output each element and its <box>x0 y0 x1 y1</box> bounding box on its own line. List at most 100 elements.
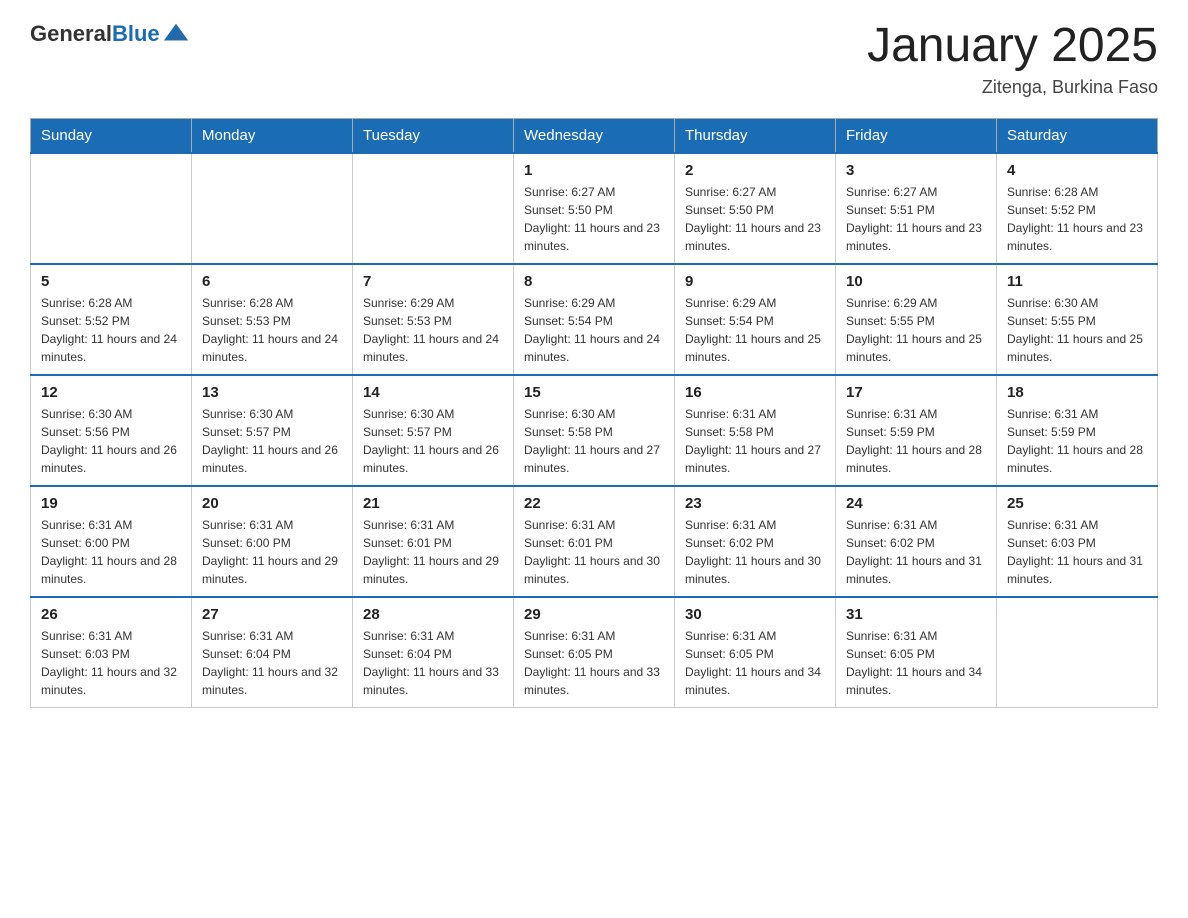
day-number: 17 <box>846 384 986 401</box>
calendar-cell: 7 Sunrise: 6:29 AMSunset: 5:53 PMDaylight… <box>353 264 514 375</box>
day-number: 31 <box>846 606 986 623</box>
calendar-cell: 16 Sunrise: 6:31 AMSunset: 5:58 PMDayligh… <box>675 375 836 486</box>
day-number: 13 <box>202 384 342 401</box>
day-number: 30 <box>685 606 825 623</box>
day-of-week-header: Tuesday <box>353 118 514 153</box>
day-number: 3 <box>846 162 986 179</box>
day-sun-info: Sunrise: 6:31 AMSunset: 5:59 PMDaylight:… <box>1007 405 1147 477</box>
calendar-cell: 8 Sunrise: 6:29 AMSunset: 5:54 PMDaylight… <box>514 264 675 375</box>
day-sun-info: Sunrise: 6:31 AMSunset: 6:04 PMDaylight:… <box>363 627 503 699</box>
title-section: January 2025 Zitenga, Burkina Faso <box>867 20 1158 98</box>
day-sun-info: Sunrise: 6:29 AMSunset: 5:54 PMDaylight:… <box>524 294 664 366</box>
day-number: 8 <box>524 273 664 290</box>
day-of-week-header: Wednesday <box>514 118 675 153</box>
location-subtitle: Zitenga, Burkina Faso <box>867 77 1158 98</box>
day-number: 14 <box>363 384 503 401</box>
day-sun-info: Sunrise: 6:31 AMSunset: 6:01 PMDaylight:… <box>524 516 664 588</box>
calendar-cell: 20Sunrise: 6:31 AMSunset: 6:00 PMDayligh… <box>192 486 353 597</box>
day-sun-info: Sunrise: 6:31 AMSunset: 6:05 PMDaylight:… <box>524 627 664 699</box>
calendar-week-row: 26 Sunrise: 6:31 AMSunset: 6:03 PMDayligh… <box>31 597 1158 708</box>
day-number: 7 <box>363 273 503 290</box>
calendar-cell: 12 Sunrise: 6:30 AMSunset: 5:56 PMDayligh… <box>31 375 192 486</box>
calendar-cell: 27Sunrise: 6:31 AMSunset: 6:04 PMDayligh… <box>192 597 353 708</box>
logo: GeneralBlue <box>30 20 190 48</box>
calendar-week-row: 19Sunrise: 6:31 AMSunset: 6:00 PMDayligh… <box>31 486 1158 597</box>
day-number: 26 <box>41 606 181 623</box>
calendar-cell <box>31 153 192 264</box>
calendar-cell: 29 Sunrise: 6:31 AMSunset: 6:05 PMDayligh… <box>514 597 675 708</box>
day-sun-info: Sunrise: 6:27 AMSunset: 5:50 PMDaylight:… <box>685 183 825 255</box>
day-number: 18 <box>1007 384 1147 401</box>
day-sun-info: Sunrise: 6:28 AMSunset: 5:53 PMDaylight:… <box>202 294 342 366</box>
day-number: 28 <box>363 606 503 623</box>
month-year-title: January 2025 <box>867 20 1158 73</box>
day-sun-info: Sunrise: 6:30 AMSunset: 5:57 PMDaylight:… <box>363 405 503 477</box>
day-number: 10 <box>846 273 986 290</box>
day-number: 24 <box>846 495 986 512</box>
day-sun-info: Sunrise: 6:31 AMSunset: 6:02 PMDaylight:… <box>685 516 825 588</box>
calendar-week-row: 5 Sunrise: 6:28 AMSunset: 5:52 PMDaylight… <box>31 264 1158 375</box>
day-of-week-header: Friday <box>836 118 997 153</box>
day-number: 20 <box>202 495 342 512</box>
day-number: 4 <box>1007 162 1147 179</box>
day-sun-info: Sunrise: 6:30 AMSunset: 5:57 PMDaylight:… <box>202 405 342 477</box>
day-of-week-header: Thursday <box>675 118 836 153</box>
calendar-cell: 17 Sunrise: 6:31 AMSunset: 5:59 PMDayligh… <box>836 375 997 486</box>
calendar-cell: 1 Sunrise: 6:27 AMSunset: 5:50 PMDaylight… <box>514 153 675 264</box>
calendar-cell: 11 Sunrise: 6:30 AMSunset: 5:55 PMDayligh… <box>997 264 1158 375</box>
day-number: 29 <box>524 606 664 623</box>
calendar-cell: 18 Sunrise: 6:31 AMSunset: 5:59 PMDayligh… <box>997 375 1158 486</box>
calendar-cell: 9 Sunrise: 6:29 AMSunset: 5:54 PMDaylight… <box>675 264 836 375</box>
day-number: 1 <box>524 162 664 179</box>
calendar-cell: 22 Sunrise: 6:31 AMSunset: 6:01 PMDayligh… <box>514 486 675 597</box>
day-sun-info: Sunrise: 6:31 AMSunset: 6:02 PMDaylight:… <box>846 516 986 588</box>
day-number: 12 <box>41 384 181 401</box>
day-sun-info: Sunrise: 6:31 AMSunset: 6:05 PMDaylight:… <box>846 627 986 699</box>
calendar-table: SundayMondayTuesdayWednesdayThursdayFrid… <box>30 118 1158 708</box>
calendar-cell <box>997 597 1158 708</box>
day-number: 9 <box>685 273 825 290</box>
day-of-week-header: Monday <box>192 118 353 153</box>
day-sun-info: Sunrise: 6:31 AMSunset: 6:03 PMDaylight:… <box>41 627 181 699</box>
day-sun-info: Sunrise: 6:31 AMSunset: 6:00 PMDaylight:… <box>41 516 181 588</box>
calendar-cell: 10Sunrise: 6:29 AMSunset: 5:55 PMDayligh… <box>836 264 997 375</box>
calendar-cell: 28 Sunrise: 6:31 AMSunset: 6:04 PMDayligh… <box>353 597 514 708</box>
day-number: 16 <box>685 384 825 401</box>
day-of-week-header: Saturday <box>997 118 1158 153</box>
day-number: 5 <box>41 273 181 290</box>
calendar-week-row: 1 Sunrise: 6:27 AMSunset: 5:50 PMDaylight… <box>31 153 1158 264</box>
logo-text: GeneralBlue <box>30 21 160 47</box>
day-sun-info: Sunrise: 6:29 AMSunset: 5:54 PMDaylight:… <box>685 294 825 366</box>
day-number: 22 <box>524 495 664 512</box>
day-sun-info: Sunrise: 6:29 AMSunset: 5:53 PMDaylight:… <box>363 294 503 366</box>
calendar-cell: 4 Sunrise: 6:28 AMSunset: 5:52 PMDaylight… <box>997 153 1158 264</box>
calendar-cell: 23 Sunrise: 6:31 AMSunset: 6:02 PMDayligh… <box>675 486 836 597</box>
day-sun-info: Sunrise: 6:30 AMSunset: 5:55 PMDaylight:… <box>1007 294 1147 366</box>
calendar-cell: 25Sunrise: 6:31 AMSunset: 6:03 PMDayligh… <box>997 486 1158 597</box>
day-sun-info: Sunrise: 6:30 AMSunset: 5:56 PMDaylight:… <box>41 405 181 477</box>
calendar-cell: 26 Sunrise: 6:31 AMSunset: 6:03 PMDayligh… <box>31 597 192 708</box>
day-sun-info: Sunrise: 6:31 AMSunset: 5:58 PMDaylight:… <box>685 405 825 477</box>
day-sun-info: Sunrise: 6:31 AMSunset: 5:59 PMDaylight:… <box>846 405 986 477</box>
calendar-cell: 5 Sunrise: 6:28 AMSunset: 5:52 PMDaylight… <box>31 264 192 375</box>
day-number: 11 <box>1007 273 1147 290</box>
calendar-cell: 3 Sunrise: 6:27 AMSunset: 5:51 PMDaylight… <box>836 153 997 264</box>
day-sun-info: Sunrise: 6:28 AMSunset: 5:52 PMDaylight:… <box>41 294 181 366</box>
day-sun-info: Sunrise: 6:30 AMSunset: 5:58 PMDaylight:… <box>524 405 664 477</box>
calendar-cell: 31 Sunrise: 6:31 AMSunset: 6:05 PMDayligh… <box>836 597 997 708</box>
day-number: 21 <box>363 495 503 512</box>
calendar-cell: 6Sunrise: 6:28 AMSunset: 5:53 PMDaylight… <box>192 264 353 375</box>
day-sun-info: Sunrise: 6:31 AMSunset: 6:03 PMDaylight:… <box>1007 516 1147 588</box>
day-sun-info: Sunrise: 6:28 AMSunset: 5:52 PMDaylight:… <box>1007 183 1147 255</box>
day-sun-info: Sunrise: 6:31 AMSunset: 6:05 PMDaylight:… <box>685 627 825 699</box>
day-number: 23 <box>685 495 825 512</box>
logo-triangle-icon <box>162 20 190 48</box>
calendar-cell: 13 Sunrise: 6:30 AMSunset: 5:57 PMDayligh… <box>192 375 353 486</box>
calendar-cell: 21Sunrise: 6:31 AMSunset: 6:01 PMDayligh… <box>353 486 514 597</box>
day-sun-info: Sunrise: 6:27 AMSunset: 5:50 PMDaylight:… <box>524 183 664 255</box>
calendar-cell: 30 Sunrise: 6:31 AMSunset: 6:05 PMDayligh… <box>675 597 836 708</box>
calendar-cell <box>353 153 514 264</box>
calendar-cell: 2 Sunrise: 6:27 AMSunset: 5:50 PMDaylight… <box>675 153 836 264</box>
day-number: 2 <box>685 162 825 179</box>
day-sun-info: Sunrise: 6:27 AMSunset: 5:51 PMDaylight:… <box>846 183 986 255</box>
